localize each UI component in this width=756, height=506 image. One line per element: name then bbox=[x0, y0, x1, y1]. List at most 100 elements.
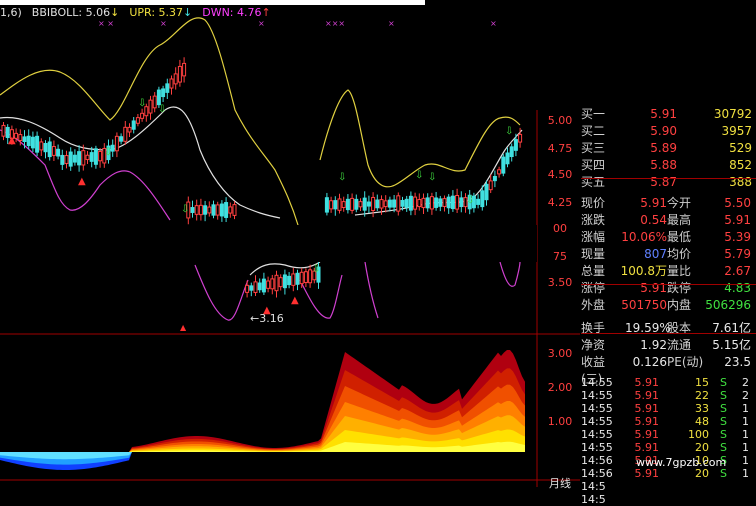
candle bbox=[282, 269, 287, 295]
candle bbox=[228, 202, 233, 218]
tick-row: 14:55 5.91 100 S 1 bbox=[581, 428, 756, 441]
candle bbox=[169, 75, 174, 95]
candle bbox=[509, 143, 514, 162]
candle bbox=[135, 113, 140, 127]
quote-row: 涨幅 10.06% 最低 5.39 bbox=[581, 229, 756, 246]
buy-arrow-icon: ▲ bbox=[180, 323, 187, 332]
quote-label: 涨停 bbox=[581, 281, 606, 295]
quote-value: 5.39 bbox=[724, 230, 751, 244]
upr-band-line bbox=[0, 17, 521, 226]
quote-value: 100.8万 bbox=[620, 264, 667, 278]
candle bbox=[93, 145, 98, 169]
fundamentals: 换手 19.59% 股本 7.61亿 净资 1.92 流通 5.15亿 收益(三) 0.126 PE… bbox=[581, 320, 756, 386]
candle bbox=[35, 131, 40, 157]
tick-count: 2 bbox=[742, 376, 749, 389]
tick-row: 14:55 5.91 15 S 2 bbox=[581, 376, 756, 389]
tick-side: S bbox=[720, 415, 727, 428]
candle bbox=[366, 195, 371, 214]
quote-row: 现量 807 均价 5.79 bbox=[581, 246, 756, 263]
candle bbox=[249, 282, 254, 297]
fundamental-value: 0.126 bbox=[632, 355, 667, 369]
candle bbox=[287, 272, 292, 289]
tick-side: S bbox=[720, 376, 727, 389]
candle bbox=[270, 274, 275, 295]
quote-value: 5.50 bbox=[724, 196, 751, 210]
candle bbox=[64, 150, 69, 169]
price-tick: 4.50 bbox=[547, 168, 573, 181]
kline-svg[interactable]: ▲ ▲ ▲ ▲ ▲ ⇩ ⇩ ⇩ ⇩ ⇩ ⇩ ⇩ ⇩ ⇩ ⇩ × × × × ××… bbox=[0, 0, 580, 487]
candle bbox=[358, 198, 363, 212]
tick-volume: 48 bbox=[695, 415, 709, 428]
candle bbox=[253, 275, 258, 296]
candle bbox=[30, 131, 35, 152]
candle bbox=[165, 78, 170, 100]
candle bbox=[438, 195, 443, 212]
candle bbox=[89, 146, 94, 168]
quote-row: 总量 100.8万 量比 2.67 bbox=[581, 263, 756, 280]
candle bbox=[215, 201, 220, 220]
candle bbox=[434, 191, 439, 211]
quote-row: 涨停 5.91 跌停 4.83 bbox=[581, 280, 756, 297]
kline-chart-area[interactable]: ▲ ▲ ▲ ▲ ▲ ⇩ ⇩ ⇩ ⇩ ⇩ ⇩ ⇩ ⇩ ⇩ ⇩ × × × × ××… bbox=[0, 0, 580, 487]
fundamental-label: 换手 bbox=[581, 321, 606, 335]
sell-arrow-icon: ⇩ bbox=[158, 104, 166, 115]
order-book-row: 买四 5.88 852 bbox=[581, 157, 756, 174]
tick-price: 5.91 bbox=[634, 428, 660, 441]
quote-value: 506296 bbox=[705, 298, 751, 312]
upr-value: UPR: 5.37↓ bbox=[129, 6, 193, 19]
candle bbox=[68, 147, 73, 171]
low-price-marker: ←3.16 bbox=[250, 312, 284, 325]
candle bbox=[203, 200, 208, 222]
candle bbox=[421, 193, 426, 215]
candle bbox=[362, 191, 367, 217]
panel-divider bbox=[581, 178, 756, 179]
candle bbox=[1, 121, 6, 141]
sell-arrow-icon: ⇩ bbox=[466, 195, 474, 206]
quote-label: 现价 bbox=[581, 196, 606, 210]
order-book-volume: 3957 bbox=[721, 124, 752, 138]
tick-price: 5.91 bbox=[634, 441, 660, 454]
tick-volume: 20 bbox=[695, 441, 709, 454]
fundamental-label: 流通 bbox=[667, 338, 692, 352]
boll-value: BBIBOLL: 5.06↓ bbox=[31, 6, 120, 19]
candle bbox=[123, 120, 128, 145]
price-tick: 75 bbox=[553, 250, 567, 263]
candle bbox=[211, 200, 216, 219]
candle bbox=[232, 201, 237, 220]
quote-value: 5.91 bbox=[640, 281, 667, 295]
order-book-row: 买一 5.91 30792 bbox=[581, 106, 756, 123]
candle bbox=[257, 278, 262, 293]
candle bbox=[333, 196, 338, 216]
tick-volume: 22 bbox=[695, 389, 709, 402]
candle bbox=[119, 133, 124, 145]
candle bbox=[140, 108, 145, 122]
tick-time: 14:55 bbox=[581, 441, 613, 454]
candle bbox=[350, 193, 355, 214]
quote-panel: 买一 5.91 30792 买二 5.90 3957 买三 5.89 529 买四 5.88 852 买… bbox=[581, 106, 756, 506]
candle bbox=[413, 192, 418, 216]
order-book-price: 5.89 bbox=[650, 141, 677, 155]
x-marker: ××× bbox=[325, 19, 345, 28]
candle bbox=[501, 154, 506, 177]
sell-arrow-icon: ⇩ bbox=[312, 264, 320, 275]
quote-label: 涨跌 bbox=[581, 213, 606, 227]
candle bbox=[198, 198, 203, 221]
period-label[interactable]: 月线 bbox=[540, 475, 580, 491]
candle bbox=[56, 144, 61, 160]
candle bbox=[85, 150, 90, 164]
sell-arrow-icon: ⇩ bbox=[338, 172, 346, 183]
sell-arrow-icon: ⇩ bbox=[505, 126, 513, 137]
fundamental-label: 收益(三) bbox=[581, 355, 606, 386]
fundamental-label: PE(动) bbox=[667, 355, 704, 369]
quote-label: 现量 bbox=[581, 247, 606, 261]
tick-side: S bbox=[720, 389, 727, 402]
tick-time: 14:55 bbox=[581, 428, 613, 441]
quote-label: 跌停 bbox=[667, 281, 692, 295]
candle bbox=[72, 149, 77, 166]
candle bbox=[47, 137, 52, 161]
quote-value: 4.83 bbox=[724, 281, 751, 295]
watermark: www.7gpzb.com bbox=[636, 456, 727, 469]
tick-price: 5.91 bbox=[634, 376, 660, 389]
candle bbox=[303, 268, 308, 288]
sell-arrow-icon: ⇩ bbox=[181, 204, 189, 215]
